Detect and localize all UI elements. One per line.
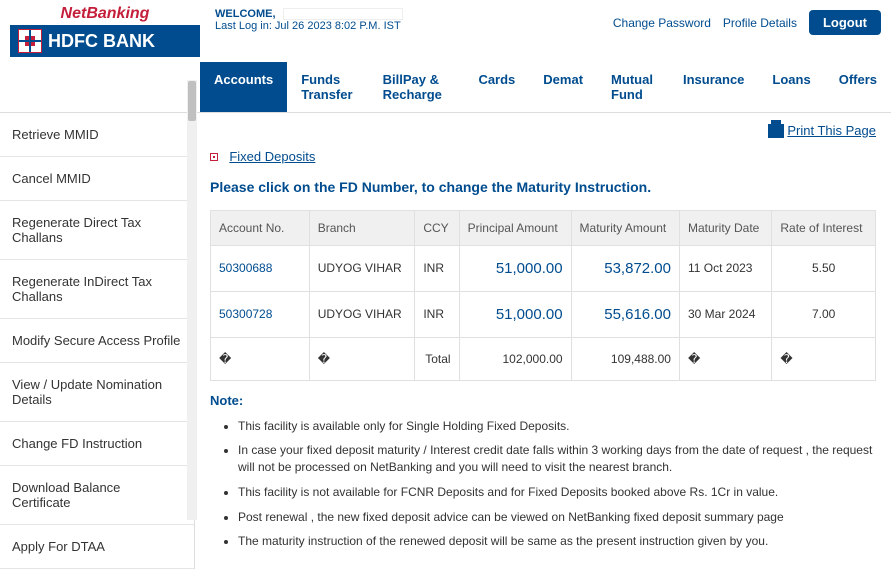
th-branch: Branch: [309, 210, 415, 245]
breadcrumb-bullet-icon: [210, 153, 218, 161]
logout-button[interactable]: Logout: [809, 10, 881, 35]
page-title: Please click on the FD Number, to change…: [210, 179, 876, 195]
change-password-link[interactable]: Change Password: [613, 16, 711, 30]
th-maturity: Maturity Amount: [571, 210, 679, 245]
user-name-masked: [283, 8, 403, 20]
nav-mutual-fund[interactable]: Mutual Fund: [597, 62, 669, 112]
welcome-area: WELCOME, Last Log in: Jul 26 2023 8:02 P…: [200, 5, 613, 32]
note-title: Note:: [210, 393, 876, 408]
print-row: Print This Page: [210, 123, 876, 141]
content-area: Print This Page Fixed Deposits Please cl…: [195, 113, 891, 569]
fd-table: Account No. Branch CCY Principal Amount …: [210, 210, 876, 381]
note-item: This facility is not available for FCNR …: [238, 480, 876, 505]
sidebar-cancel-mmid[interactable]: Cancel MMID: [0, 157, 194, 201]
th-date: Maturity Date: [679, 210, 771, 245]
hdfc-logo-icon: [18, 29, 42, 53]
total-blank: �: [772, 337, 876, 380]
sidebar-regen-direct-tax[interactable]: Regenerate Direct Tax Challans: [0, 201, 194, 260]
table-row: 50300688 UDYOG VIHAR INR 51,000.00 53,87…: [211, 245, 876, 291]
nav-offers[interactable]: Offers: [825, 62, 891, 112]
sidebar-scrollbar[interactable]: [187, 80, 197, 520]
th-account: Account No.: [211, 210, 310, 245]
fd-maturity: 53,872.00: [571, 245, 679, 291]
netbanking-label: NetBanking: [10, 5, 200, 23]
nav-billpay[interactable]: BillPay & Recharge: [369, 62, 465, 112]
page-header: NetBanking HDFC BANK WELCOME, Last Log i…: [0, 0, 891, 62]
sidebar-retrieve-mmid[interactable]: Retrieve MMID: [0, 113, 194, 157]
sidebar: Retrieve MMID Cancel MMID Regenerate Dir…: [0, 113, 195, 569]
note-item: In case your fixed deposit maturity / In…: [238, 438, 876, 480]
bank-logo: HDFC BANK: [10, 25, 200, 57]
nav-cards[interactable]: Cards: [464, 62, 529, 112]
fd-maturity: 55,616.00: [571, 291, 679, 337]
total-maturity: 109,488.00: [571, 337, 679, 380]
table-header-row: Account No. Branch CCY Principal Amount …: [211, 210, 876, 245]
fd-date: 11 Oct 2023: [679, 245, 771, 291]
note-list: This facility is available only for Sing…: [238, 414, 876, 555]
note-item: Post renewal , the new fixed deposit adv…: [238, 505, 876, 530]
note-item: This facility is available only for Sing…: [238, 414, 876, 439]
fd-rate: 7.00: [772, 291, 876, 337]
fd-rate: 5.50: [772, 245, 876, 291]
nav-loans[interactable]: Loans: [758, 62, 824, 112]
welcome-line: WELCOME,: [215, 8, 613, 20]
fd-principal: 51,000.00: [459, 245, 571, 291]
sidebar-apply-dtaa[interactable]: Apply For DTAA: [0, 525, 194, 569]
sidebar-regen-indirect-tax[interactable]: Regenerate InDirect Tax Challans: [0, 260, 194, 319]
nav-accounts[interactable]: Accounts: [200, 62, 287, 112]
nav-insurance[interactable]: Insurance: [669, 62, 758, 112]
logo-area: NetBanking HDFC BANK: [10, 5, 200, 57]
total-blank: �: [679, 337, 771, 380]
print-label: Print This Page: [787, 123, 876, 138]
table-total-row: � � Total 102,000.00 109,488.00 � �: [211, 337, 876, 380]
th-ccy: CCY: [415, 210, 459, 245]
th-principal: Principal Amount: [459, 210, 571, 245]
welcome-label: WELCOME,: [215, 8, 276, 20]
th-rate: Rate of Interest: [772, 210, 876, 245]
fd-ccy: INR: [415, 291, 459, 337]
sidebar-change-fd-instruction[interactable]: Change FD Instruction: [0, 422, 194, 466]
sidebar-scroll-thumb[interactable]: [188, 81, 196, 121]
main-container: Retrieve MMID Cancel MMID Regenerate Dir…: [0, 113, 891, 569]
sidebar-update-nomination[interactable]: View / Update Nomination Details: [0, 363, 194, 422]
profile-details-link[interactable]: Profile Details: [723, 16, 797, 30]
total-principal: 102,000.00: [459, 337, 571, 380]
nav-demat[interactable]: Demat: [529, 62, 597, 112]
sidebar-download-balance-cert[interactable]: Download Balance Certificate: [0, 466, 194, 525]
bank-name: HDFC BANK: [48, 31, 155, 52]
note-item: The maturity instruction of the renewed …: [238, 529, 876, 554]
main-nav: Accounts Funds Transfer BillPay & Rechar…: [0, 62, 891, 113]
breadcrumb-fixed-deposits[interactable]: Fixed Deposits: [229, 149, 315, 164]
total-label: Total: [415, 337, 459, 380]
last-login: Last Log in: Jul 26 2023 8:02 P.M. IST: [215, 20, 613, 32]
sidebar-modify-secure-access[interactable]: Modify Secure Access Profile: [0, 319, 194, 363]
fd-branch: UDYOG VIHAR: [309, 245, 415, 291]
fd-account-link[interactable]: 50300728: [211, 291, 310, 337]
print-icon: [768, 124, 784, 138]
breadcrumb-row: Fixed Deposits: [210, 149, 876, 164]
nav-funds-transfer[interactable]: Funds Transfer: [287, 62, 368, 112]
print-page-link[interactable]: Print This Page: [768, 123, 876, 138]
fd-ccy: INR: [415, 245, 459, 291]
table-row: 50300728 UDYOG VIHAR INR 51,000.00 55,61…: [211, 291, 876, 337]
fd-branch: UDYOG VIHAR: [309, 291, 415, 337]
fd-principal: 51,000.00: [459, 291, 571, 337]
fd-date: 30 Mar 2024: [679, 291, 771, 337]
top-links: Change Password Profile Details Logout: [613, 5, 881, 35]
total-blank: �: [211, 337, 310, 380]
fd-account-link[interactable]: 50300688: [211, 245, 310, 291]
total-blank: �: [309, 337, 415, 380]
